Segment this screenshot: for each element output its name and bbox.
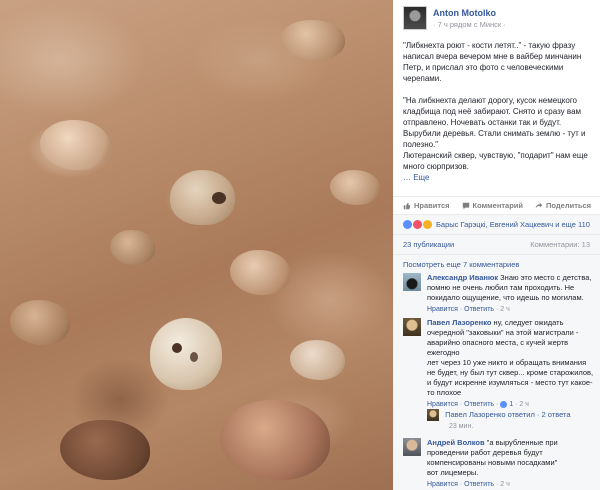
comment-like-link[interactable]: Нравится: [427, 401, 458, 408]
dirt-clod: [110, 230, 155, 265]
comment-like-count[interactable]: 1: [509, 401, 513, 408]
like-reaction-icon: [500, 400, 508, 408]
comment-icon: [462, 202, 469, 209]
comment-like-link[interactable]: Нравится: [427, 306, 458, 313]
dirt-clod: [230, 250, 290, 295]
comments-section: Посмотреть еще 7 комментариев Александр …: [393, 254, 600, 490]
dirt-clod: [290, 340, 345, 380]
see-more-link[interactable]: … Еще: [403, 173, 430, 182]
like-reaction-icon: [403, 220, 412, 229]
comment-time[interactable]: 2 ч: [500, 481, 510, 488]
comment: Александр Иванюк Знаю это место с детств…: [403, 273, 595, 323]
love-reaction-icon: [413, 220, 422, 229]
post-paragraph: Лютеранский сквер, чувствую, "подарит" н…: [403, 151, 588, 171]
comment-avatar[interactable]: [403, 273, 421, 291]
post-text: "Либкнехта роют - кости летят.." - такую…: [403, 40, 593, 183]
dirt-clod: [60, 420, 150, 480]
dirt-clod: [330, 170, 380, 205]
post-paragraph: "Либкнехта роют - кости летят.." - такую…: [403, 41, 582, 83]
comment-author[interactable]: Павел Лазоренко: [427, 318, 491, 327]
comment-author[interactable]: Александр Иванюк: [427, 273, 498, 282]
eye-socket: [212, 192, 226, 204]
post-photo[interactable]: [0, 0, 393, 490]
post-panel: Anton Motolko · 7 ч рядом с Минск · "Либ…: [393, 0, 600, 490]
like-label: Нравится: [414, 201, 450, 210]
dirt-clod: [10, 300, 70, 345]
replies-summary[interactable]: Павел Лазоренко ответил · 2 ответа: [427, 409, 597, 421]
reaction-names[interactable]: Барыс Гарэцкі, Евгений Хацкевич и еще 11…: [436, 220, 590, 229]
comment-reply-link[interactable]: Ответить: [464, 306, 494, 313]
post-counts: 23 публикации Комментарии: 13: [393, 234, 600, 254]
comment-avatar[interactable]: [403, 438, 421, 456]
dirt-clod: [220, 400, 330, 480]
dirt-clod: [40, 120, 110, 170]
thumbs-up-icon: [403, 202, 411, 209]
author-name[interactable]: Anton Motolko: [433, 8, 496, 18]
reply-time: 23 мин.: [449, 423, 474, 430]
comment-reply-link[interactable]: Ответить: [464, 481, 494, 488]
reactions-bar[interactable]: Барыс Гарэцкі, Евгений Хацкевич и еще 11…: [393, 214, 600, 234]
eye-socket: [190, 352, 198, 362]
like-button[interactable]: Нравится: [403, 201, 450, 210]
author-avatar[interactable]: [403, 6, 427, 30]
post-paragraph: "На либкнехта делают дорогу, кусок немец…: [403, 96, 586, 149]
share-button[interactable]: Поделиться: [535, 201, 591, 210]
comment-time[interactable]: 2 ч: [519, 401, 529, 408]
comment-body: Андрей Волков "а вырубленные при проведе…: [427, 438, 595, 490]
share-label: Поделиться: [546, 201, 592, 210]
comment-links: Нравится · Ответить · 2 ч: [427, 305, 595, 315]
comment-time[interactable]: 2 ч: [500, 306, 510, 313]
skull: [150, 318, 222, 390]
comment-body: Александр Иванюк Знаю это место с детств…: [427, 273, 595, 315]
comment-reply-link[interactable]: Ответить: [464, 401, 494, 408]
comment-like-link[interactable]: Нравится: [427, 481, 458, 488]
comment-avatar[interactable]: [403, 318, 421, 336]
comment-body: Павел Лазоренко ну, следует ожидать очер…: [427, 318, 595, 410]
view-previous-comments[interactable]: Посмотреть еще 7 комментариев: [403, 260, 519, 269]
comments-count[interactable]: Комментарии: 13: [530, 240, 590, 249]
eye-socket: [172, 343, 182, 353]
dirt-clod: [280, 20, 345, 60]
post-meta[interactable]: · 7 ч рядом с Минск ·: [433, 20, 506, 29]
replies-summary-text[interactable]: Павел Лазоренко ответил · 2 ответа: [445, 410, 570, 419]
comment-author[interactable]: Андрей Волков: [427, 438, 485, 447]
wow-reaction-icon: [423, 220, 432, 229]
comment-links: Нравится · Ответить · 2 ч: [427, 480, 595, 490]
comment: Андрей Волков "а вырубленные при проведе…: [403, 438, 595, 488]
comment-label: Комментарий: [472, 201, 524, 210]
post-header: Anton Motolko · 7 ч рядом с Минск ·: [403, 6, 593, 36]
comment-text: ну, следует ожидать очередной "заковыки"…: [427, 318, 594, 397]
reply-avatar: [427, 409, 439, 421]
post-actions: Нравится Комментарий Поделиться: [393, 196, 600, 214]
share-icon: [535, 202, 543, 208]
shares-count[interactable]: 23 публикации: [403, 240, 454, 249]
comment-button[interactable]: Комментарий: [462, 201, 524, 210]
